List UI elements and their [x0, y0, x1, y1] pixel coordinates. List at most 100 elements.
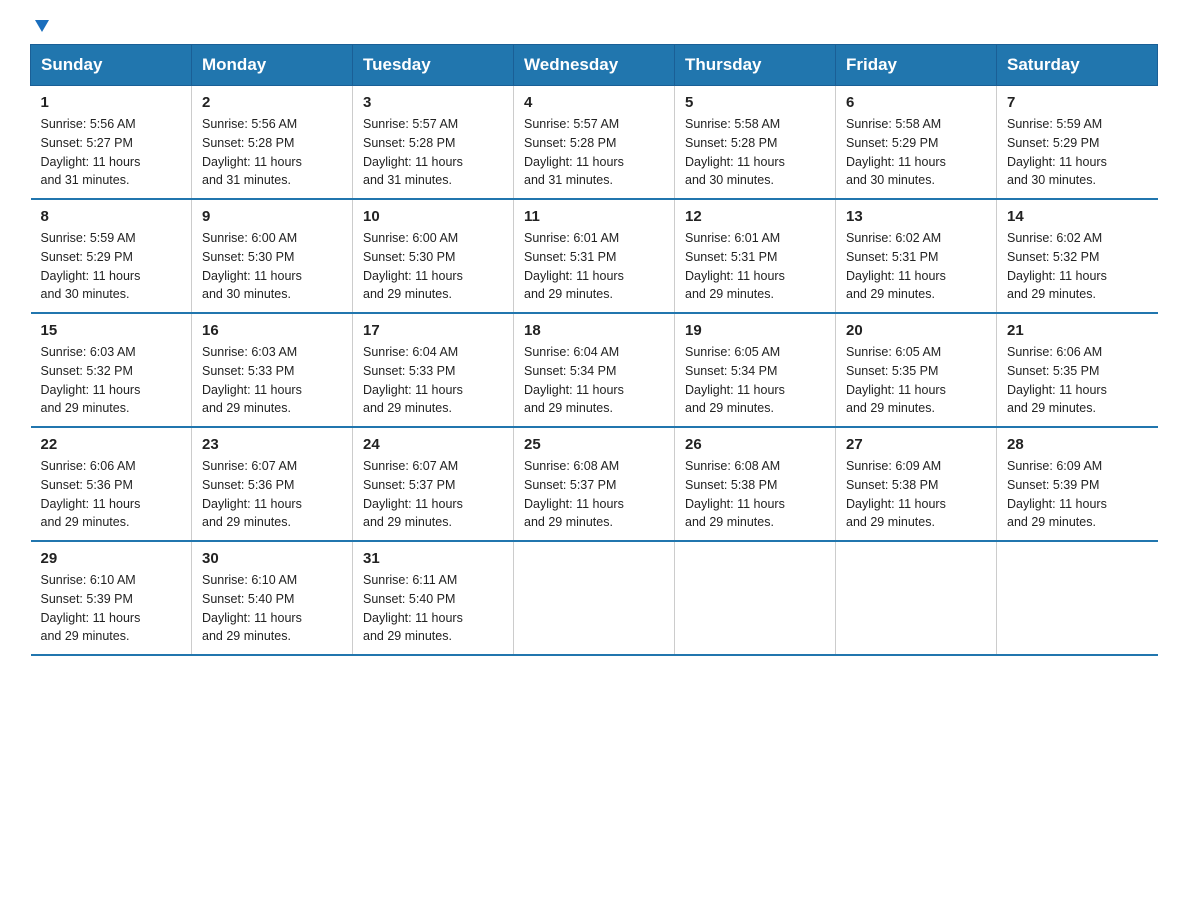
calendar-day-cell: 22 Sunrise: 6:06 AM Sunset: 5:36 PM Dayl…	[31, 427, 192, 541]
day-info: Sunrise: 6:03 AM Sunset: 5:32 PM Dayligh…	[41, 343, 182, 418]
calendar-day-cell: 30 Sunrise: 6:10 AM Sunset: 5:40 PM Dayl…	[192, 541, 353, 655]
day-info: Sunrise: 6:10 AM Sunset: 5:40 PM Dayligh…	[202, 571, 342, 646]
calendar-day-cell	[675, 541, 836, 655]
day-number: 12	[685, 208, 825, 225]
calendar-day-cell: 13 Sunrise: 6:02 AM Sunset: 5:31 PM Dayl…	[836, 199, 997, 313]
calendar-day-cell: 3 Sunrise: 5:57 AM Sunset: 5:28 PM Dayli…	[353, 86, 514, 200]
day-info: Sunrise: 5:57 AM Sunset: 5:28 PM Dayligh…	[363, 115, 503, 190]
day-info: Sunrise: 6:03 AM Sunset: 5:33 PM Dayligh…	[202, 343, 342, 418]
day-number: 10	[363, 208, 503, 225]
day-info: Sunrise: 6:07 AM Sunset: 5:36 PM Dayligh…	[202, 457, 342, 532]
calendar-day-cell: 25 Sunrise: 6:08 AM Sunset: 5:37 PM Dayl…	[514, 427, 675, 541]
day-info: Sunrise: 5:56 AM Sunset: 5:28 PM Dayligh…	[202, 115, 342, 190]
day-number: 15	[41, 322, 182, 339]
calendar-day-cell	[514, 541, 675, 655]
day-number: 30	[202, 550, 342, 567]
day-info: Sunrise: 6:05 AM Sunset: 5:35 PM Dayligh…	[846, 343, 986, 418]
calendar-day-cell: 7 Sunrise: 5:59 AM Sunset: 5:29 PM Dayli…	[997, 86, 1158, 200]
calendar-day-cell: 26 Sunrise: 6:08 AM Sunset: 5:38 PM Dayl…	[675, 427, 836, 541]
calendar-week-row: 15 Sunrise: 6:03 AM Sunset: 5:32 PM Dayl…	[31, 313, 1158, 427]
calendar-day-cell: 17 Sunrise: 6:04 AM Sunset: 5:33 PM Dayl…	[353, 313, 514, 427]
calendar-day-cell: 18 Sunrise: 6:04 AM Sunset: 5:34 PM Dayl…	[514, 313, 675, 427]
day-number: 7	[1007, 94, 1148, 111]
logo	[30, 20, 51, 34]
day-info: Sunrise: 6:01 AM Sunset: 5:31 PM Dayligh…	[524, 229, 664, 304]
calendar-day-cell: 29 Sunrise: 6:10 AM Sunset: 5:39 PM Dayl…	[31, 541, 192, 655]
calendar-header: SundayMondayTuesdayWednesdayThursdayFrid…	[31, 45, 1158, 86]
day-info: Sunrise: 6:09 AM Sunset: 5:38 PM Dayligh…	[846, 457, 986, 532]
day-info: Sunrise: 6:05 AM Sunset: 5:34 PM Dayligh…	[685, 343, 825, 418]
day-of-week-header: Wednesday	[514, 45, 675, 86]
calendar-day-cell: 20 Sunrise: 6:05 AM Sunset: 5:35 PM Dayl…	[836, 313, 997, 427]
day-number: 27	[846, 436, 986, 453]
days-of-week-row: SundayMondayTuesdayWednesdayThursdayFrid…	[31, 45, 1158, 86]
day-info: Sunrise: 6:09 AM Sunset: 5:39 PM Dayligh…	[1007, 457, 1148, 532]
day-number: 25	[524, 436, 664, 453]
day-number: 20	[846, 322, 986, 339]
calendar-week-row: 1 Sunrise: 5:56 AM Sunset: 5:27 PM Dayli…	[31, 86, 1158, 200]
day-number: 3	[363, 94, 503, 111]
calendar-day-cell: 4 Sunrise: 5:57 AM Sunset: 5:28 PM Dayli…	[514, 86, 675, 200]
day-info: Sunrise: 6:00 AM Sunset: 5:30 PM Dayligh…	[202, 229, 342, 304]
day-info: Sunrise: 5:56 AM Sunset: 5:27 PM Dayligh…	[41, 115, 182, 190]
calendar-day-cell: 23 Sunrise: 6:07 AM Sunset: 5:36 PM Dayl…	[192, 427, 353, 541]
day-number: 11	[524, 208, 664, 225]
day-number: 22	[41, 436, 182, 453]
day-info: Sunrise: 6:06 AM Sunset: 5:36 PM Dayligh…	[41, 457, 182, 532]
calendar-day-cell: 5 Sunrise: 5:58 AM Sunset: 5:28 PM Dayli…	[675, 86, 836, 200]
day-number: 1	[41, 94, 182, 111]
day-info: Sunrise: 5:58 AM Sunset: 5:28 PM Dayligh…	[685, 115, 825, 190]
day-number: 24	[363, 436, 503, 453]
day-number: 8	[41, 208, 182, 225]
day-of-week-header: Saturday	[997, 45, 1158, 86]
day-number: 13	[846, 208, 986, 225]
day-of-week-header: Tuesday	[353, 45, 514, 86]
day-info: Sunrise: 5:57 AM Sunset: 5:28 PM Dayligh…	[524, 115, 664, 190]
day-number: 18	[524, 322, 664, 339]
day-info: Sunrise: 5:59 AM Sunset: 5:29 PM Dayligh…	[1007, 115, 1148, 190]
day-number: 31	[363, 550, 503, 567]
day-info: Sunrise: 6:07 AM Sunset: 5:37 PM Dayligh…	[363, 457, 503, 532]
day-of-week-header: Friday	[836, 45, 997, 86]
day-number: 23	[202, 436, 342, 453]
day-number: 5	[685, 94, 825, 111]
calendar-day-cell: 31 Sunrise: 6:11 AM Sunset: 5:40 PM Dayl…	[353, 541, 514, 655]
calendar-week-row: 8 Sunrise: 5:59 AM Sunset: 5:29 PM Dayli…	[31, 199, 1158, 313]
day-info: Sunrise: 6:04 AM Sunset: 5:34 PM Dayligh…	[524, 343, 664, 418]
calendar-day-cell: 2 Sunrise: 5:56 AM Sunset: 5:28 PM Dayli…	[192, 86, 353, 200]
day-number: 4	[524, 94, 664, 111]
logo-triangle-icon	[33, 16, 51, 34]
day-number: 21	[1007, 322, 1148, 339]
calendar-day-cell: 19 Sunrise: 6:05 AM Sunset: 5:34 PM Dayl…	[675, 313, 836, 427]
day-number: 26	[685, 436, 825, 453]
day-number: 2	[202, 94, 342, 111]
calendar-day-cell: 9 Sunrise: 6:00 AM Sunset: 5:30 PM Dayli…	[192, 199, 353, 313]
calendar-body: 1 Sunrise: 5:56 AM Sunset: 5:27 PM Dayli…	[31, 86, 1158, 656]
calendar-day-cell: 21 Sunrise: 6:06 AM Sunset: 5:35 PM Dayl…	[997, 313, 1158, 427]
day-info: Sunrise: 5:59 AM Sunset: 5:29 PM Dayligh…	[41, 229, 182, 304]
day-number: 6	[846, 94, 986, 111]
day-number: 28	[1007, 436, 1148, 453]
calendar-week-row: 22 Sunrise: 6:06 AM Sunset: 5:36 PM Dayl…	[31, 427, 1158, 541]
calendar-day-cell: 11 Sunrise: 6:01 AM Sunset: 5:31 PM Dayl…	[514, 199, 675, 313]
day-info: Sunrise: 6:08 AM Sunset: 5:38 PM Dayligh…	[685, 457, 825, 532]
day-number: 16	[202, 322, 342, 339]
calendar-day-cell: 24 Sunrise: 6:07 AM Sunset: 5:37 PM Dayl…	[353, 427, 514, 541]
page-header	[30, 20, 1158, 34]
calendar-day-cell: 15 Sunrise: 6:03 AM Sunset: 5:32 PM Dayl…	[31, 313, 192, 427]
day-info: Sunrise: 6:02 AM Sunset: 5:32 PM Dayligh…	[1007, 229, 1148, 304]
calendar-day-cell: 27 Sunrise: 6:09 AM Sunset: 5:38 PM Dayl…	[836, 427, 997, 541]
calendar-day-cell: 8 Sunrise: 5:59 AM Sunset: 5:29 PM Dayli…	[31, 199, 192, 313]
day-of-week-header: Thursday	[675, 45, 836, 86]
calendar-table: SundayMondayTuesdayWednesdayThursdayFrid…	[30, 44, 1158, 656]
day-number: 19	[685, 322, 825, 339]
day-info: Sunrise: 6:01 AM Sunset: 5:31 PM Dayligh…	[685, 229, 825, 304]
calendar-day-cell	[836, 541, 997, 655]
calendar-day-cell: 12 Sunrise: 6:01 AM Sunset: 5:31 PM Dayl…	[675, 199, 836, 313]
day-info: Sunrise: 6:04 AM Sunset: 5:33 PM Dayligh…	[363, 343, 503, 418]
day-info: Sunrise: 6:00 AM Sunset: 5:30 PM Dayligh…	[363, 229, 503, 304]
day-of-week-header: Monday	[192, 45, 353, 86]
calendar-day-cell: 14 Sunrise: 6:02 AM Sunset: 5:32 PM Dayl…	[997, 199, 1158, 313]
calendar-day-cell: 10 Sunrise: 6:00 AM Sunset: 5:30 PM Dayl…	[353, 199, 514, 313]
day-info: Sunrise: 5:58 AM Sunset: 5:29 PM Dayligh…	[846, 115, 986, 190]
